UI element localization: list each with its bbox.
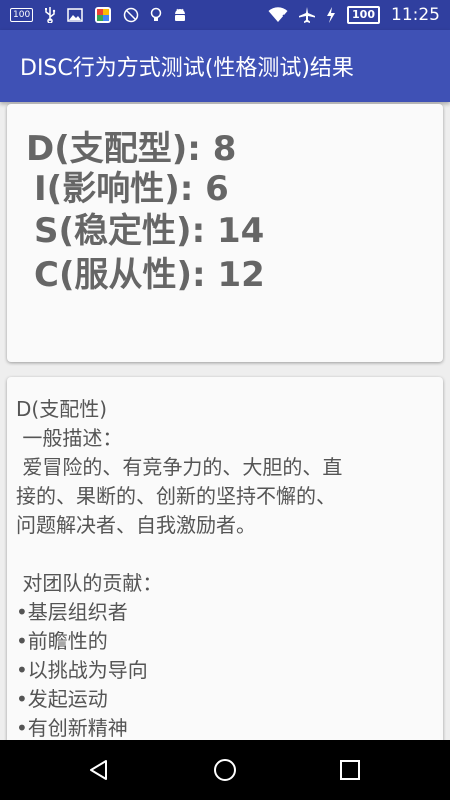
- description-card[interactable]: D(支配性) 一般描述： 爱冒险的、有竞争力的、大胆的、直 接的、果断的、创新的…: [7, 377, 443, 757]
- list-item: •基层组织者: [16, 600, 128, 624]
- list-item: •有创新精神: [16, 716, 128, 740]
- blocked-icon: [123, 7, 139, 23]
- clock: 11:25: [391, 5, 440, 25]
- app-bar: DISC行为方式测试(性格测试)结果: [0, 30, 450, 102]
- airplane-icon: [299, 7, 316, 23]
- lightbulb-icon: [150, 7, 162, 23]
- app-store-icon: [94, 6, 112, 24]
- charging-icon: [326, 7, 336, 23]
- desc-line: D(支配性): [16, 397, 108, 421]
- desc-line: 接的、果断的、创新的坚持不懈的、: [16, 484, 336, 508]
- score-c: C(服从性): 12: [34, 255, 265, 295]
- image-icon: [67, 8, 83, 22]
- navigation-bar: [0, 740, 450, 800]
- recents-button[interactable]: [338, 758, 362, 782]
- notification-count-icon: 100: [10, 8, 34, 22]
- status-right: 100 11:25: [268, 5, 440, 25]
- status-bar: 100 100 11:25: [0, 0, 450, 30]
- desc-line: 爱冒险的、有竞争力的、大胆的、直: [16, 455, 343, 479]
- score-card: D(支配型): 8 I(影响性): 6 S(稳定性): 14 C(服从性): 1…: [7, 104, 443, 362]
- back-button[interactable]: [87, 758, 111, 782]
- wifi-icon: [268, 7, 288, 23]
- recents-icon: [340, 760, 360, 780]
- description-text: D(支配性) 一般描述： 爱冒险的、有竞争力的、大胆的、直 接的、果断的、创新的…: [16, 395, 434, 743]
- desc-line: [16, 540, 434, 569]
- usb-icon: [44, 7, 56, 23]
- home-button[interactable]: [213, 758, 237, 782]
- home-icon: [214, 759, 236, 781]
- list-item: •前瞻性的: [16, 629, 108, 653]
- desc-line: 一般描述：: [16, 426, 123, 450]
- score-s: S(稳定性): 14: [34, 211, 265, 251]
- desc-line: 问题解决者、自我激励者。: [16, 513, 256, 537]
- android-icon: [173, 7, 187, 23]
- battery-icon: 100: [347, 6, 380, 24]
- list-item: •以挑战为导向: [16, 658, 148, 682]
- status-left: 100: [10, 6, 187, 24]
- list-item: •发起运动: [16, 687, 108, 711]
- page-title: DISC行为方式测试(性格测试)结果: [20, 56, 354, 81]
- score-i: I(影响性): 6: [34, 169, 229, 209]
- desc-line: 对团队的贡献：: [16, 571, 163, 595]
- back-icon: [90, 760, 107, 780]
- score-d: D(支配型): 8: [26, 129, 237, 169]
